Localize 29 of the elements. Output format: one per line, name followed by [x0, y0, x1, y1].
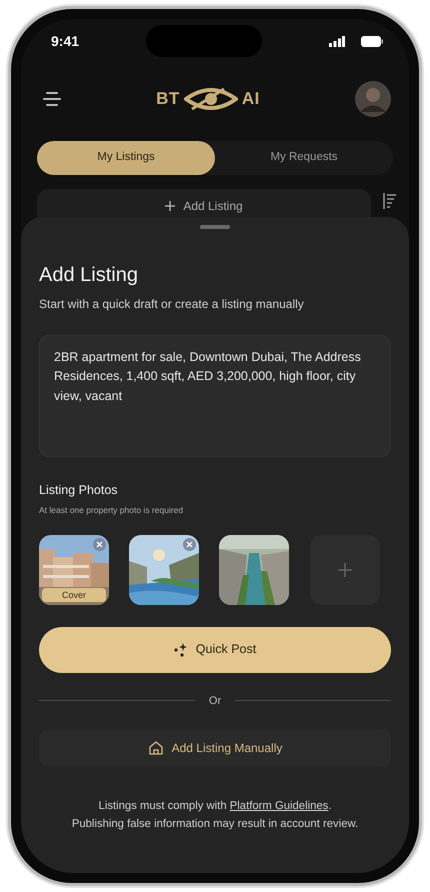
close-icon[interactable]	[96, 540, 103, 548]
sheet-title: Add Listing	[39, 263, 139, 287]
draft-input-field[interactable]: 2BR apartment for sale, Downtown Dubai, The Address Residences, 1,400 sqft, AED 3,200,000, high floor, city view, vacant	[39, 335, 391, 457]
guidelines-link[interactable]: Platform Guidelines	[230, 800, 328, 812]
cover-label: Cover	[42, 588, 106, 602]
logo-text: AI	[242, 88, 260, 110]
house-icon[interactable]	[148, 740, 164, 756]
photos-hint: At least one property photo is required	[39, 504, 184, 516]
logo-text: BT	[156, 88, 180, 110]
sheet-subtitle: Start with a quick draft or create a listing manually	[39, 296, 305, 313]
signal-icon	[329, 36, 345, 46]
menu-icon[interactable]	[43, 90, 61, 107]
sort-icon[interactable]	[383, 192, 397, 210]
compliance-notice: Listings must comply with Platform Guidelines. Publishing false information may result in account review.	[70, 799, 360, 832]
add-manually-button[interactable]: Add Listing Manually	[39, 729, 391, 767]
battery-icon	[361, 36, 383, 46]
sparkle-icon[interactable]	[174, 642, 188, 656]
photos-title: Listing Photos	[39, 482, 119, 499]
status-time: 9:41	[51, 32, 80, 50]
quick-post-button[interactable]: Quick Post	[39, 626, 391, 672]
eye-logo-icon	[184, 87, 238, 111]
plus-icon[interactable]	[165, 200, 176, 210]
avatar[interactable]	[354, 81, 391, 117]
tab[interactable]: My Listings	[37, 141, 215, 175]
divider-label: Or	[208, 694, 222, 708]
drag-handle[interactable]	[200, 225, 230, 229]
add-listing-button[interactable]: Add Listing	[37, 189, 371, 217]
close-icon[interactable]	[186, 540, 193, 548]
tab[interactable]: My Requests	[215, 141, 393, 175]
